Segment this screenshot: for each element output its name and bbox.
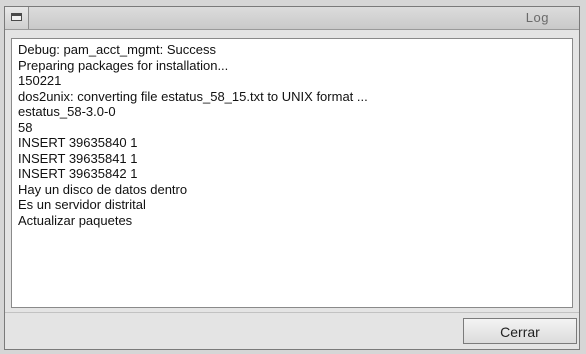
window-title: Log bbox=[525, 10, 549, 25]
title-bar[interactable]: Log bbox=[5, 7, 579, 30]
log-line: dos2unix: converting file estatus_58_15.… bbox=[18, 88, 368, 104]
log-line: INSERT 39635841 1 bbox=[18, 150, 138, 166]
log-line: INSERT 39635840 1 bbox=[18, 135, 138, 150]
log-line: 58 bbox=[18, 119, 33, 135]
window-menu-icon bbox=[11, 13, 22, 21]
log-line: estatus_58-3.0-0 bbox=[18, 104, 116, 119]
log-line: Es un servidor distrital bbox=[18, 197, 146, 212]
log-line: Hay un disco de datos dentro bbox=[18, 181, 188, 197]
log-window: Log Debug: pam_acct_mgmt: Success Prepar… bbox=[4, 6, 580, 350]
log-line: Debug: pam_acct_mgmt: Success bbox=[18, 42, 216, 57]
log-line: 150221 bbox=[18, 73, 62, 88]
log-line: Preparing packages for installation... bbox=[18, 57, 229, 73]
button-bar: Cerrar bbox=[5, 312, 579, 350]
window-menu-button[interactable] bbox=[5, 7, 29, 29]
log-line: Actualizar paquetes bbox=[18, 212, 133, 228]
close-button[interactable]: Cerrar bbox=[463, 318, 577, 344]
log-line: INSERT 39635842 1 bbox=[18, 166, 138, 181]
log-text-area[interactable]: Debug: pam_acct_mgmt: Success Preparing … bbox=[11, 38, 573, 308]
